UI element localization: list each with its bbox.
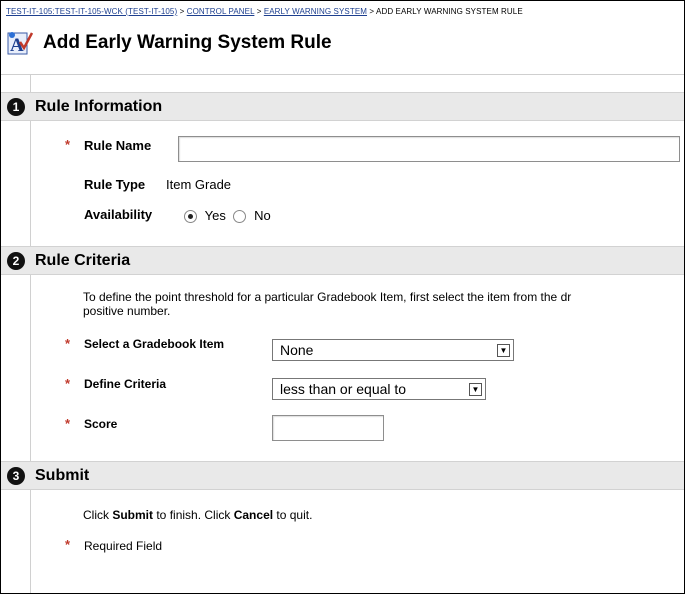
step-title: Submit (35, 466, 90, 484)
submit-instructions-text: to quit. (273, 508, 313, 522)
required-marker: * (65, 416, 71, 431)
chevron-down-icon: ▼ (497, 343, 510, 357)
submit-instructions-text: to finish. Click (153, 508, 234, 522)
step-rule-criteria: 2 Rule Criteria (1, 246, 684, 275)
availability-label: Availability (84, 207, 153, 222)
breadcrumb-current: ADD EARLY WARNING SYSTEM RULE (376, 7, 523, 16)
rule-type-value: Item Grade (166, 177, 232, 192)
rule-name-label: Rule Name (84, 138, 152, 153)
availability-options: Yes No (184, 208, 271, 224)
availability-no-radio[interactable] (233, 210, 247, 224)
submit-word: Submit (112, 508, 154, 522)
required-marker: * (65, 376, 71, 391)
chevron-down-icon: ▼ (469, 382, 482, 396)
gradebook-item-select[interactable]: None ▼ (272, 339, 514, 361)
breadcrumb-link-early-warning-system[interactable]: EARLY WARNING SYSTEM (264, 7, 367, 16)
step-title: Rule Criteria (35, 251, 131, 269)
submit-instructions: Click Submit to finish. Click Cancel to … (83, 508, 312, 522)
cancel-word: Cancel (233, 508, 274, 522)
availability-no-label: No (254, 208, 271, 223)
criteria-description-line: positive number. (83, 304, 171, 318)
step-number-badge: 2 (7, 251, 25, 270)
score-label: Score (84, 417, 118, 431)
required-marker: * (65, 137, 71, 152)
breadcrumb-link-control-panel[interactable]: CONTROL PANEL (187, 7, 255, 16)
header-divider (1, 74, 684, 75)
page-frame: TEST-IT-105:TEST-IT-105-WCK (TEST-IT-105… (0, 0, 685, 594)
step-number-badge: 1 (7, 97, 25, 116)
gradebook-item-label: Select a Gradebook Item (84, 337, 225, 351)
gradebook-item-selected-value: None (280, 342, 314, 358)
page-header: A Add Early Warning System Rule (7, 23, 332, 63)
required-marker: * (65, 336, 71, 351)
step-submit: 3 Submit (1, 461, 684, 490)
required-marker: * (65, 537, 71, 552)
define-criteria-select[interactable]: less than or equal to ▼ (272, 378, 486, 400)
availability-yes-label: Yes (204, 208, 226, 223)
step-rule-information: 1 Rule Information (1, 92, 684, 121)
left-guide-line (30, 75, 31, 593)
submit-instructions-text: Click (83, 508, 113, 522)
define-criteria-label: Define Criteria (84, 377, 167, 391)
breadcrumb-separator: > (369, 7, 375, 16)
breadcrumb-separator: > (179, 7, 185, 16)
breadcrumb-separator: > (256, 7, 262, 16)
rule-name-input[interactable] (178, 136, 680, 162)
define-criteria-selected-value: less than or equal to (280, 381, 407, 397)
criteria-description-line: To define the point threshold for a part… (83, 290, 572, 304)
score-input[interactable] (272, 415, 384, 441)
criteria-description: To define the point threshold for a part… (83, 290, 683, 318)
step-title: Rule Information (35, 97, 163, 115)
required-field-legend: Required Field (84, 539, 163, 553)
rule-type-label: Rule Type (84, 177, 146, 192)
step-number-badge: 3 (7, 466, 25, 485)
grade-rule-icon: A (7, 30, 34, 56)
breadcrumb-link-course[interactable]: TEST-IT-105:TEST-IT-105-WCK (TEST-IT-105… (6, 7, 177, 16)
breadcrumb: TEST-IT-105:TEST-IT-105-WCK (TEST-IT-105… (6, 7, 523, 16)
availability-yes-radio[interactable] (184, 210, 197, 224)
page-title: Add Early Warning System Rule (43, 32, 332, 53)
